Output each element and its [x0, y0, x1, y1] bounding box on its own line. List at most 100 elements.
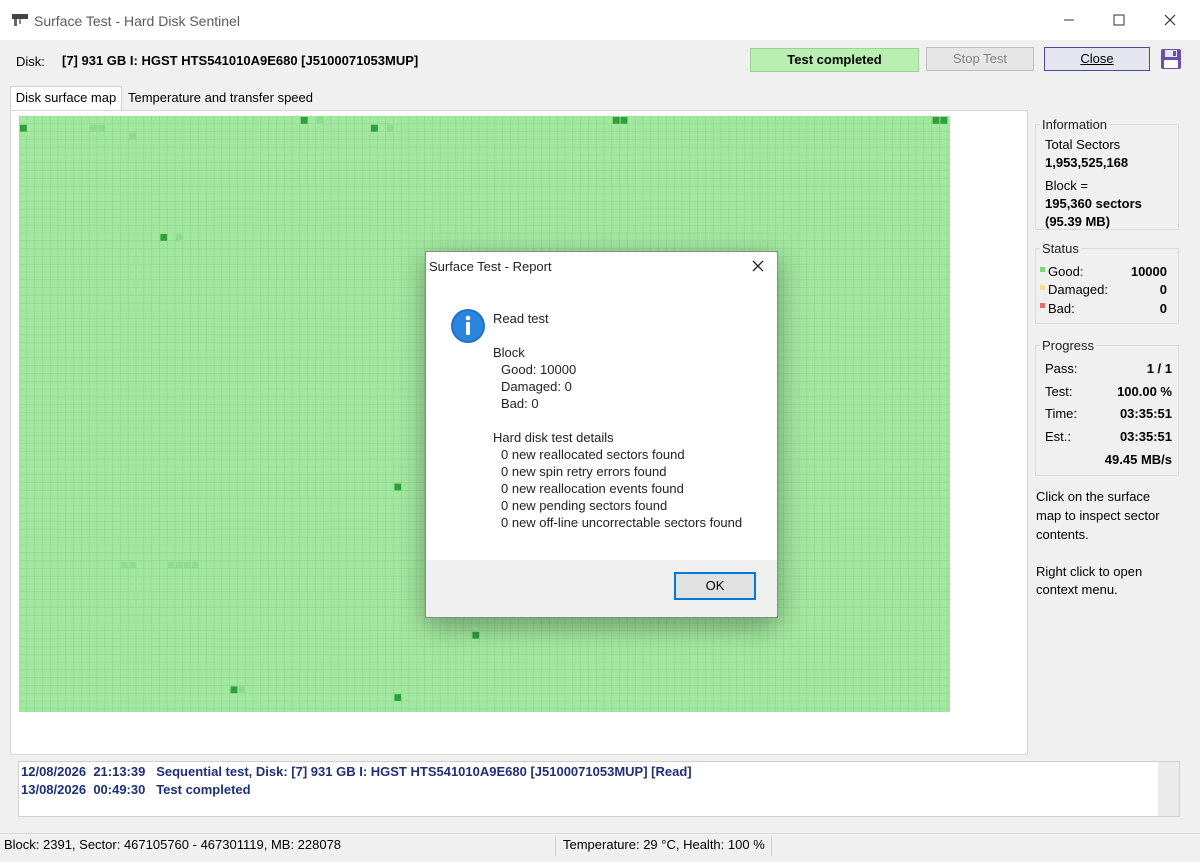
pass-value: 1 / 1: [1146, 361, 1172, 376]
surface-map-block: [90, 124, 97, 132]
surface-map-block: [316, 117, 324, 124]
tab-disk-surface-map[interactable]: Disk surface map: [10, 86, 122, 112]
surface-map-block: [612, 117, 620, 124]
log-time: 00:49:30: [93, 782, 146, 797]
disk-label: Disk:: [16, 54, 45, 69]
dialog-detail-line: 0 new pending sectors found: [501, 498, 668, 513]
dialog-detail-line: 0 new reallocated sectors found: [501, 447, 685, 462]
surface-map-block: [940, 117, 948, 124]
dialog-title: Surface Test - Report: [429, 259, 552, 274]
status-damaged-value: 0: [1159, 282, 1167, 297]
surface-map-block: [176, 234, 183, 241]
good-color-swatch: [1040, 267, 1045, 272]
maximize-button[interactable]: [1094, 0, 1144, 40]
surface-map-block: [300, 117, 308, 124]
surface-map-block: [394, 694, 402, 701]
surface-map-block: [183, 561, 191, 569]
dialog-close-button[interactable]: [744, 254, 772, 278]
info-icon: [451, 309, 485, 343]
dialog-block-label: Block: [493, 345, 525, 360]
total-sectors-value: 1,953,525,168: [1045, 155, 1129, 170]
block-label: Block =: [1045, 178, 1088, 193]
surface-map-block: [394, 483, 402, 491]
test-value: 100.00 %: [1117, 384, 1172, 399]
right-click-hint-line-1: Right click to open: [1036, 564, 1143, 579]
log-message: Sequential test, Disk: [7] 931 GB I: HGS…: [156, 764, 692, 779]
surface-map-block: [121, 561, 129, 569]
dialog-detail-line: 0 new spin retry errors found: [501, 464, 667, 479]
log-entry: 12/08/2026 21:13:39 Sequential test, Dis…: [21, 764, 692, 779]
surface-map-block: [98, 124, 105, 132]
log-date: 13/08/2026: [21, 782, 87, 797]
test-status-badge: Test completed: [750, 48, 919, 72]
est-value: 03:35:51: [1119, 429, 1172, 444]
damaged-color-swatch: [1040, 285, 1045, 290]
close-button-label: Close: [1080, 51, 1114, 66]
log-date: 12/08/2026: [21, 764, 87, 779]
surface-map-block: [620, 117, 628, 124]
est-label: Est.:: [1045, 429, 1072, 444]
log-entry: 13/08/2026 00:49:30 Test completed: [21, 782, 251, 797]
progress-title: Progress: [1040, 338, 1097, 353]
dialog-heading: Read test: [493, 311, 549, 326]
dialog-details-label: Hard disk test details: [493, 430, 614, 445]
log-time: 21:13:39: [93, 764, 146, 779]
bad-color-swatch: [1040, 303, 1045, 308]
status-bad-label: Bad:: [1048, 301, 1075, 316]
speed-value: 49.45 MB/s: [1104, 452, 1172, 467]
report-dialog: Surface Test - Report Read test Block Go…: [425, 251, 778, 618]
time-label: Time:: [1045, 406, 1078, 421]
surface-map-block: [168, 561, 175, 569]
right-click-hint-line-2: context menu.: [1036, 582, 1118, 597]
close-button[interactable]: Close: [1044, 47, 1150, 71]
dialog-good-line: Good: 10000: [501, 362, 577, 377]
temperature-health-info: Temperature: 29 °C, Health: 100 %: [560, 836, 772, 856]
hard-disk-icon: [12, 14, 28, 26]
minimize-button[interactable]: [1044, 0, 1094, 40]
block-sector-info: Block: 2391, Sector: 467105760 - 4673011…: [0, 836, 556, 856]
close-icon: [1164, 14, 1176, 26]
stop-test-button[interactable]: Stop Test: [926, 47, 1034, 71]
dialog-damaged-line: Damaged: 0: [501, 379, 572, 394]
ok-button[interactable]: OK: [674, 572, 756, 600]
surface-map-block: [129, 561, 136, 569]
window-close-button[interactable]: [1145, 0, 1195, 40]
surface-map-block: [160, 234, 168, 241]
dialog-bad-line: Bad: 0: [501, 396, 539, 411]
window-title: Surface Test - Hard Disk Sentinel: [34, 13, 240, 29]
surface-map-block: [472, 631, 480, 639]
status-bad-value: 0: [1159, 301, 1167, 316]
block-mb-value: (95.39 MB): [1045, 214, 1111, 229]
status-title: Status: [1040, 241, 1081, 256]
log-message: Test completed: [156, 782, 251, 797]
surface-map-block: [129, 132, 136, 140]
dialog-detail-line: 0 new off-line uncorrectable sectors fou…: [501, 515, 743, 530]
total-sectors-label: Total Sectors: [1045, 137, 1121, 152]
click-hint-line-3: contents.: [1036, 527, 1089, 542]
surface-map-block: [230, 686, 238, 694]
surface-map-block: [191, 561, 199, 569]
test-label: Test:: [1045, 384, 1073, 399]
status-good-label: Good:: [1048, 264, 1084, 279]
surface-map-block: [386, 124, 394, 132]
surface-map-block: [371, 124, 378, 132]
status-good-value: 10000: [1130, 264, 1167, 279]
click-hint-line-1: Click on the surface: [1036, 489, 1151, 504]
surface-map-block: [176, 561, 183, 569]
pass-label: Pass:: [1045, 361, 1078, 376]
dialog-detail-line: 0 new reallocation events found: [501, 481, 684, 496]
log-scrollbar[interactable]: [1158, 762, 1179, 816]
floppy-disk-icon[interactable]: [1160, 48, 1182, 70]
close-icon: [752, 260, 764, 272]
information-title: Information: [1040, 117, 1110, 132]
disk-selector[interactable]: [7] 931 GB I: HGST HTS541010A9E680 [J510…: [62, 53, 418, 68]
tab-temperature-transfer-speed[interactable]: Temperature and transfer speed: [124, 88, 317, 110]
time-value: 03:35:51: [1119, 406, 1172, 421]
minimize-icon: [1064, 19, 1074, 21]
block-sectors-value: 195,360 sectors: [1045, 196, 1142, 211]
click-hint-line-2: map to inspect sector: [1036, 508, 1160, 523]
surface-map-block: [238, 686, 246, 694]
status-damaged-label: Damaged:: [1048, 282, 1108, 297]
surface-map-block: [932, 117, 940, 124]
maximize-icon: [1113, 14, 1125, 26]
